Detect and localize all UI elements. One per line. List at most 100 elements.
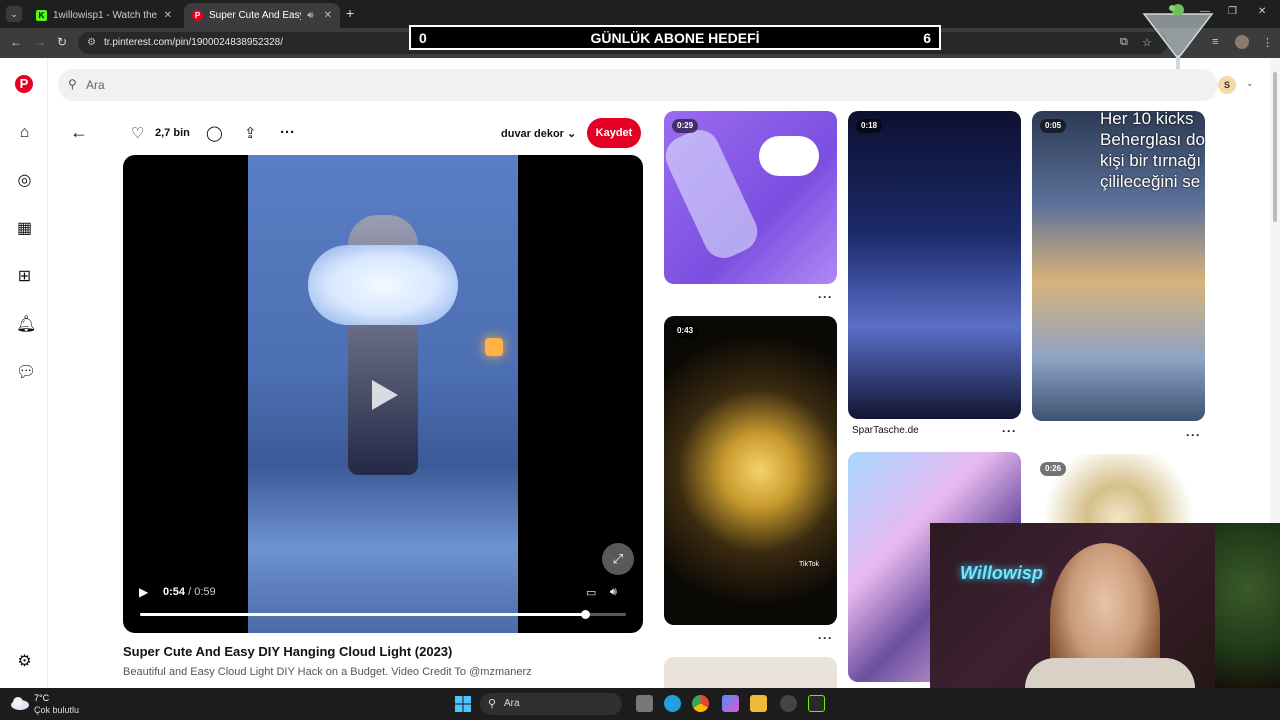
temperature: 7°C (34, 693, 50, 703)
file-explorer-icon[interactable] (750, 695, 767, 712)
alert-line: Her 10 kicks (1100, 109, 1194, 128)
video-player[interactable] (123, 155, 643, 633)
settings-gear-icon[interactable]: ⚙ (16, 653, 33, 670)
taskbar-search[interactable]: ⚲ Ara (480, 693, 622, 715)
volume-icon[interactable]: 🔊︎ (610, 586, 617, 599)
current-time: 0:54 (163, 586, 186, 598)
more-options-icon[interactable]: ··· (818, 290, 833, 304)
duration-badge: 0:05 (1040, 119, 1067, 133)
christmas-tree (1215, 523, 1280, 688)
cloud-weather-icon[interactable] (10, 694, 30, 712)
alert-line: çilileceğini se (1100, 172, 1201, 191)
expand-icon[interactable]: ⤢ (602, 543, 634, 575)
candle-lamp (485, 338, 503, 356)
pin-thumbnail[interactable]: 0:26 (1032, 454, 1205, 534)
video-progress-bar[interactable] (140, 610, 626, 619)
messages-icon[interactable]: 💬︎ (16, 364, 36, 381)
tab-search-menu-icon[interactable]: ⌄ (6, 6, 22, 22)
comment-icon[interactable]: ◯ (206, 124, 223, 142)
edge-browser-icon[interactable] (664, 695, 681, 712)
forward-icon[interactable]: → (34, 35, 46, 49)
save-button[interactable]: Kaydet (587, 118, 641, 148)
maximize-icon[interactable]: ❐ (1228, 6, 1237, 17)
browser-profile-avatar[interactable] (1235, 35, 1249, 49)
install-app-icon[interactable]: ⧉ (1120, 36, 1128, 49)
task-view-icon[interactable] (636, 695, 653, 712)
search-input[interactable]: ⚲ Ara (58, 69, 1218, 101)
kick-favicon-icon: K (36, 10, 47, 21)
back-arrow-icon[interactable]: ← (70, 122, 88, 143)
back-icon[interactable]: ← (10, 35, 22, 49)
progress-handle[interactable] (580, 610, 590, 619)
pin-source-caption: SparTasche.de (852, 425, 919, 436)
bottle-image (664, 123, 764, 265)
copilot-icon[interactable] (722, 695, 739, 712)
close-window-icon[interactable]: ✕ (1258, 6, 1266, 17)
share-icon[interactable]: ⇪ (244, 124, 257, 142)
browser-tab-bar: ⌄ K 1willowisp1 - Watch the VOD o ✕ P Su… (0, 0, 1280, 28)
obs-studio-icon[interactable] (780, 695, 797, 712)
stream-alert-text: Her 10 kicks Beherglası do kişi bir tırn… (1100, 108, 1210, 192)
subscriber-goal-overlay: 0 GÜNLÜK ABONE HEDEFİ 6 (409, 25, 941, 50)
neon-sign: Willowisp (960, 563, 1043, 583)
create-icon[interactable]: ⊞ (16, 268, 33, 285)
screen: ⌄ K 1willowisp1 - Watch the VOD o ✕ P Su… (0, 0, 1280, 720)
duration-badge: 0:29 (672, 119, 699, 133)
progress-fill (140, 613, 585, 616)
pin-title: Super Cute And Easy DIY Hanging Cloud Li… (123, 644, 453, 659)
board-selector[interactable]: duvar dekor ⌄ (501, 127, 576, 140)
alert-line: kişi bir tırnağı (1100, 151, 1202, 170)
reload-icon[interactable]: ↻ (57, 35, 67, 49)
url-text: tr.pinterest.com/pin/1900024838952328/ (104, 37, 284, 48)
search-icon: ⚲ (488, 698, 497, 710)
more-options-icon[interactable]: ··· (1002, 424, 1017, 438)
alert-line: Beherglası do (1100, 130, 1205, 149)
like-count: 2,7 bin (155, 127, 190, 139)
boards-icon[interactable]: ▦ (16, 220, 33, 237)
speaker-icon[interactable]: 🔊︎ (307, 10, 313, 21)
avatar[interactable]: S (1218, 76, 1236, 94)
browser-tab-pinterest[interactable]: P Super Cute And Easy DIY H 🔊︎ ✕ (184, 3, 340, 28)
browser-menu-icon[interactable]: ⋮ (1262, 36, 1273, 49)
search-placeholder: Ara (86, 78, 105, 92)
cotton-image (759, 136, 819, 176)
goal-target: 6 (923, 30, 931, 46)
heart-icon[interactable]: ♡ (131, 124, 144, 142)
more-options-icon[interactable]: ··· (1186, 428, 1201, 442)
explore-icon[interactable]: ◎ (16, 172, 33, 189)
chevron-down-icon[interactable]: ⌄ (1246, 78, 1254, 89)
pin-thumbnail[interactable]: 0:43 TikTok (664, 316, 837, 625)
windows-taskbar: 7°C Çok bulutlu ⚲ Ara (0, 688, 1280, 720)
new-tab-icon[interactable]: + (346, 5, 354, 21)
play-small-icon[interactable]: ▶ (139, 585, 148, 599)
board-name: duvar dekor (501, 128, 564, 140)
pinterest-favicon-icon: P (192, 10, 203, 21)
tab-title: 1willowisp1 - Watch the VOD o (53, 10, 158, 21)
browser-tab-kick[interactable]: K 1willowisp1 - Watch the VOD o ✕ (28, 3, 180, 28)
weather-description: Çok bulutlu (34, 705, 80, 715)
close-tab-icon[interactable]: ✕ (324, 10, 332, 21)
pin-description: Beautiful and Easy Cloud Light DIY Hack … (123, 666, 532, 678)
notifications-bell-icon[interactable]: 🔔︎ (16, 316, 36, 333)
site-info-icon[interactable]: ⚙ (87, 37, 96, 48)
windows-start-icon[interactable] (455, 696, 471, 712)
play-icon[interactable] (370, 378, 400, 412)
more-options-icon[interactable]: ··· (818, 631, 833, 645)
duration-badge: 0:18 (856, 119, 883, 133)
captions-icon[interactable]: ▭ (586, 586, 596, 599)
pin-thumbnail[interactable]: 0:29 (664, 111, 837, 284)
pin-thumbnail[interactable]: 0:18 (848, 111, 1021, 419)
total-time: / 0:59 (188, 586, 216, 598)
duration-badge: 0:43 (672, 324, 699, 338)
goal-title: GÜNLÜK ABONE HEDEFİ (590, 30, 760, 46)
scrollbar-thumb[interactable] (1273, 72, 1277, 222)
terminal-app-icon[interactable] (808, 695, 825, 712)
chrome-browser-icon[interactable] (692, 695, 709, 712)
search-icon: ⚲ (68, 77, 77, 91)
webcam-overlay: Willowisp (930, 523, 1280, 688)
close-tab-icon[interactable]: ✕ (164, 10, 172, 21)
more-options-icon[interactable]: ··· (280, 124, 295, 141)
home-icon[interactable]: ⌂ (16, 124, 33, 141)
pinterest-logo-icon[interactable]: P (15, 75, 33, 93)
video-time: 0:54 / 0:59 (163, 586, 216, 598)
